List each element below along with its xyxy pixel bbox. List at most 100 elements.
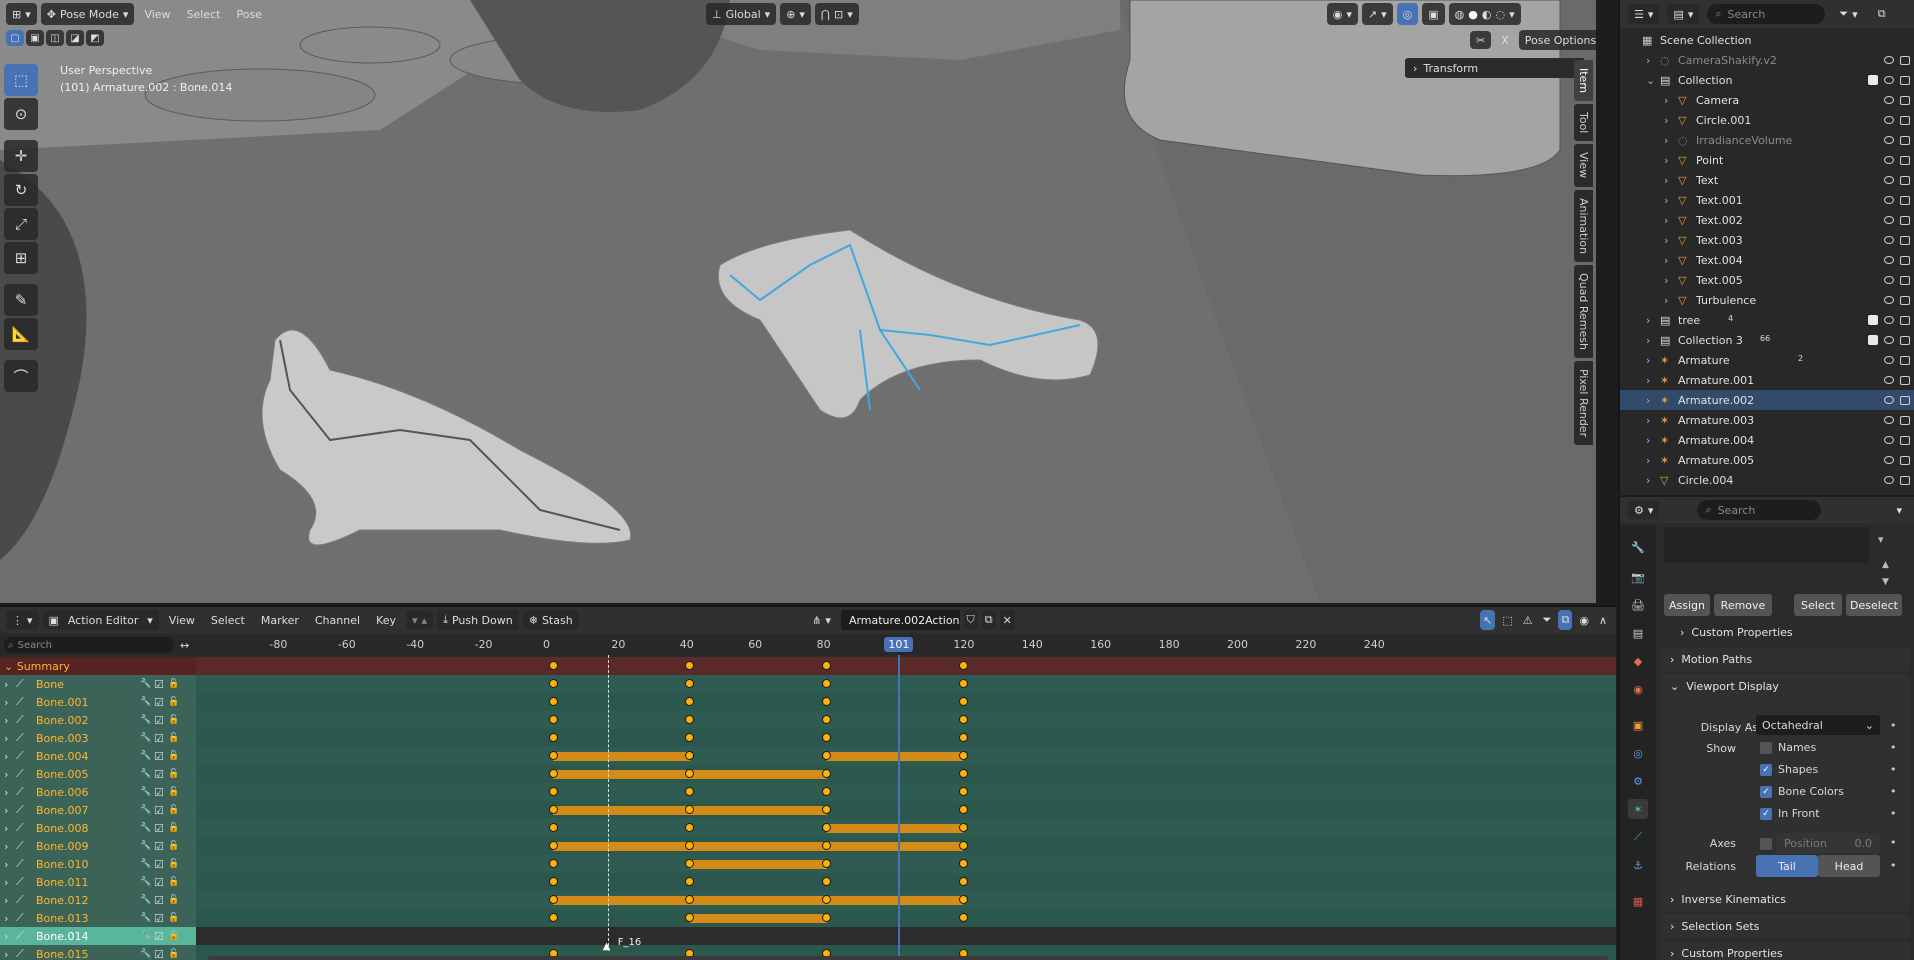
x-axis-toggle[interactable]: X — [1495, 31, 1515, 49]
channel-track[interactable] — [196, 765, 1616, 783]
lock-icon[interactable]: 🔓 — [168, 751, 179, 761]
lock-icon[interactable]: 🔓 — [168, 697, 179, 707]
wrench-icon[interactable]: 🔧 — [140, 679, 154, 689]
keyframe[interactable] — [958, 823, 968, 832]
axes-checkbox[interactable] — [1760, 838, 1772, 850]
channel-row[interactable]: › ⟋ Bone.008 🔧 ☑ 🔓 — [0, 819, 196, 837]
wrench-icon[interactable]: 🔧 — [140, 769, 154, 779]
chevron-right-icon[interactable]: › — [0, 732, 10, 745]
transform-panel-header[interactable]: › Transform — [1405, 58, 1585, 78]
mute-checkbox-icon[interactable]: ☑ — [154, 750, 168, 763]
channel-track[interactable] — [196, 729, 1616, 747]
properties-search-input[interactable]: ⌕ Search — [1697, 500, 1822, 520]
mode-dropdown[interactable]: ✥ Pose Mode ▾ — [40, 3, 135, 25]
summary-track[interactable] — [196, 657, 1616, 675]
show-option-checkbox[interactable] — [1760, 742, 1772, 754]
channel-track[interactable] — [196, 891, 1616, 909]
channel-track[interactable] — [196, 675, 1616, 693]
keyframe-dot-icon[interactable]: • — [1890, 807, 1897, 820]
scale-icon[interactable]: ⤢ — [4, 208, 38, 240]
keyframe-dot-icon[interactable]: • — [1890, 741, 1897, 754]
keyframe[interactable] — [685, 823, 695, 832]
keyframe[interactable] — [958, 913, 968, 922]
render-camera-icon[interactable] — [1900, 295, 1910, 305]
tab-animation[interactable]: Animation — [1574, 189, 1593, 262]
keyframe[interactable] — [958, 805, 968, 814]
push-down-button[interactable]: ⤓ Push Down — [437, 610, 519, 630]
tool-tab-icon[interactable]: 🔧 — [1628, 537, 1648, 557]
outliner-editor-type[interactable]: ☰ ▾ — [1628, 4, 1660, 24]
outliner-item[interactable]: › ✶ Armature.002 — [1620, 390, 1914, 410]
render-camera-icon[interactable] — [1900, 375, 1910, 385]
lock-icon[interactable]: 🔓 — [168, 823, 179, 833]
keyframe-hold-bar[interactable] — [553, 770, 690, 779]
constraints-tab-icon[interactable]: ⚙ — [1628, 771, 1648, 791]
keyframe[interactable] — [685, 715, 695, 724]
keyframe[interactable] — [822, 877, 832, 886]
keyframe[interactable] — [548, 697, 558, 706]
outliner-item[interactable]: › ▽ Text.002 — [1620, 210, 1914, 230]
mute-checkbox-icon[interactable]: ☑ — [154, 696, 168, 709]
wrench-icon[interactable]: 🔧 — [140, 859, 154, 869]
wrench-icon[interactable]: 🔧 — [140, 751, 154, 761]
channel-row[interactable]: › ⟋ Bone.009 🔧 ☑ 🔓 — [0, 837, 196, 855]
rotate-icon[interactable]: ↻ — [4, 174, 38, 206]
chevron-right-icon[interactable]: › — [1646, 434, 1650, 447]
keyframe[interactable] — [822, 733, 832, 742]
scene-tab-icon[interactable]: ◆ — [1628, 651, 1648, 671]
mute-checkbox-icon[interactable]: ☑ — [154, 822, 168, 835]
new-collection-button[interactable]: ⧉ — [1872, 3, 1892, 25]
chevron-right-icon[interactable]: › — [1664, 94, 1668, 107]
lock-icon[interactable]: 🔓 — [168, 895, 179, 905]
wrench-icon[interactable]: 🔧 — [140, 787, 154, 797]
chevron-right-icon[interactable]: › — [1646, 454, 1650, 467]
eye-icon[interactable] — [1884, 296, 1894, 304]
channel-search-input[interactable]: ⌕ Search — [4, 637, 174, 653]
selection-sets-panel[interactable]: › Selection Sets — [1660, 914, 1910, 938]
eye-icon[interactable] — [1884, 196, 1894, 204]
keyframe-hold-bar[interactable] — [553, 752, 690, 761]
summary-channel[interactable]: ⌄ Summary — [0, 657, 196, 675]
outliner-item[interactable]: › ✶ Armature.003 — [1620, 410, 1914, 430]
annotate-icon[interactable]: ✎ — [4, 284, 38, 316]
lock-icon[interactable]: 🔓 — [168, 733, 179, 743]
channel-row[interactable]: › ⟋ Bone.015 🔧 ☑ 🔓 — [0, 945, 196, 960]
chevron-right-icon[interactable]: › — [0, 750, 10, 763]
outliner-item[interactable]: › ▽ Circle.001 — [1620, 110, 1914, 130]
menu-marker[interactable]: Marker — [255, 609, 305, 631]
exclude-checkbox[interactable] — [1868, 75, 1878, 85]
falloff-icon[interactable]: ∧ — [1596, 609, 1610, 631]
move-down-icon[interactable]: ▼ — [1882, 577, 1889, 587]
keyframe[interactable] — [548, 823, 558, 832]
remove-button[interactable]: Remove — [1714, 594, 1772, 616]
chevron-right-icon[interactable]: › — [0, 678, 10, 691]
cursor-icon[interactable]: ⊙ — [4, 98, 38, 130]
select-subtract-icon[interactable]: ◫ — [46, 30, 64, 46]
keyframe-hold-bar[interactable] — [689, 860, 827, 869]
lock-icon[interactable]: 🔓 — [168, 787, 179, 797]
keyframe-hold-bar[interactable] — [553, 896, 690, 905]
layer-prev-button[interactable]: ▾ ▴ — [406, 611, 434, 629]
mode-dropdown[interactable]: ▣ Action Editor ▾ — [42, 610, 159, 630]
channel-row[interactable]: › ⟋ Bone.004 🔧 ☑ 🔓 — [0, 747, 196, 765]
mute-checkbox-icon[interactable]: ☑ — [154, 894, 168, 907]
render-camera-icon[interactable] — [1900, 335, 1910, 345]
channel-row[interactable]: › ⟋ Bone 🔧 ☑ 🔓 — [0, 675, 196, 693]
render-camera-icon[interactable] — [1900, 455, 1910, 465]
current-frame-indicator[interactable]: 101 — [884, 637, 914, 652]
chevron-right-icon[interactable]: › — [0, 822, 10, 835]
swap-icon[interactable]: ↔ — [180, 639, 189, 652]
channel-row[interactable]: › ⟋ Bone.013 🔧 ☑ 🔓 — [0, 909, 196, 927]
channel-track[interactable] — [196, 927, 1616, 945]
channel-track[interactable] — [196, 783, 1616, 801]
keyframe-dot-icon[interactable]: • — [1890, 785, 1897, 798]
channel-row[interactable]: › ⟋ Bone.002 🔧 ☑ 🔓 — [0, 711, 196, 729]
measure-icon[interactable]: 📐 — [4, 318, 38, 350]
chevron-right-icon[interactable]: › — [0, 858, 10, 871]
only-selected-icon[interactable]: ↖ — [1480, 610, 1496, 630]
chevron-right-icon[interactable]: › — [0, 894, 10, 907]
display-as-select[interactable]: Octahedral ⌄ — [1756, 715, 1880, 735]
frame-ruler[interactable]: -80 -60 -40 -20 0 20 40 60 80 120 140 160 180 200 220 2… — [196, 635, 1616, 655]
keyframe[interactable] — [822, 769, 832, 778]
bone-tab-icon[interactable]: ⟋ — [1628, 827, 1648, 847]
